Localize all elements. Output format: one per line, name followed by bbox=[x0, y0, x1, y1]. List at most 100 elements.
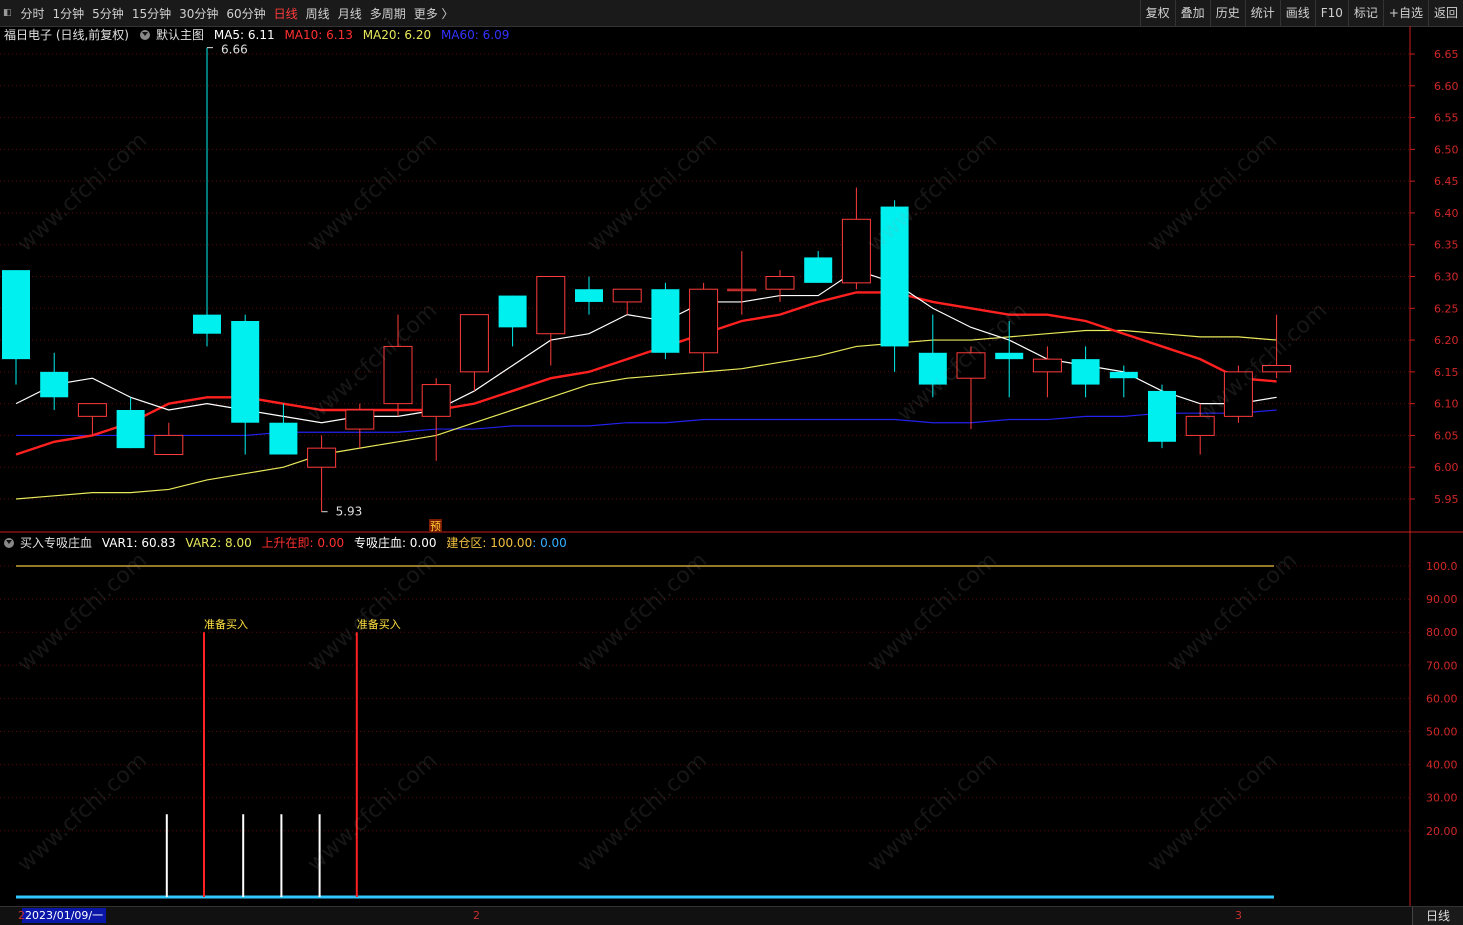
period-tab[interactable]: 60分钟 bbox=[222, 5, 269, 22]
price-tick-label: 6.00 bbox=[1434, 461, 1459, 474]
candle-body bbox=[1071, 359, 1100, 385]
candle bbox=[116, 397, 145, 449]
candle-body bbox=[345, 409, 375, 430]
candle-body bbox=[40, 371, 69, 398]
price-tick-label: 6.40 bbox=[1434, 207, 1459, 220]
price-tick-label: 6.30 bbox=[1434, 271, 1459, 284]
candle bbox=[154, 422, 184, 455]
candle bbox=[1071, 346, 1100, 398]
candle-body bbox=[269, 422, 298, 455]
indicator-tick-label: 60.00 bbox=[1426, 692, 1458, 705]
candle bbox=[40, 352, 69, 410]
candle bbox=[612, 288, 642, 315]
period-bar: ◧ 分时 1分钟 5分钟 15分钟 30分钟 60分钟 日线 周线 月线 多周期 更多 〉 bbox=[0, 0, 458, 26]
candle-body bbox=[421, 384, 451, 417]
price-tick-label: 6.10 bbox=[1434, 398, 1459, 411]
candle bbox=[727, 251, 757, 315]
candle-body bbox=[612, 288, 642, 303]
candle-body bbox=[459, 314, 489, 373]
ma5-line bbox=[15, 269, 1277, 424]
candle-body bbox=[1109, 371, 1138, 379]
candle-body bbox=[689, 288, 719, 354]
toolbar-button[interactable]: 标记 bbox=[1347, 0, 1383, 26]
toolbar-button[interactable]: 画线 bbox=[1279, 0, 1315, 26]
toolbar-button[interactable]: F10 bbox=[1314, 0, 1348, 26]
candle-body bbox=[1148, 390, 1176, 442]
period-tab[interactable]: 5分钟 bbox=[88, 5, 128, 22]
candle bbox=[575, 276, 603, 315]
price-tick-label: 5.95 bbox=[1434, 493, 1459, 506]
month-mark: 3 bbox=[1235, 909, 1242, 922]
candle-body bbox=[307, 447, 337, 468]
period-tab[interactable]: 日线 bbox=[270, 5, 302, 22]
toolbar-button[interactable]: 统计 bbox=[1244, 0, 1280, 26]
candle bbox=[689, 282, 719, 372]
period-tab[interactable]: 多周期 bbox=[366, 5, 410, 22]
high-label: 6.66 bbox=[221, 43, 248, 57]
candle-body bbox=[804, 257, 833, 283]
candle-body bbox=[765, 276, 795, 290]
period-tab[interactable]: 30分钟 bbox=[175, 5, 222, 22]
candle bbox=[421, 378, 451, 461]
period-tab[interactable]: 更多 〉 bbox=[410, 5, 458, 22]
price-tick-label: 6.05 bbox=[1434, 429, 1459, 442]
candle-body bbox=[498, 295, 527, 328]
candle bbox=[193, 47, 221, 347]
pre-marker: 预 bbox=[430, 520, 441, 533]
price-tick-label: 6.15 bbox=[1434, 366, 1459, 379]
month-mark: 2 bbox=[18, 909, 25, 922]
candle bbox=[345, 403, 375, 449]
indicator-tick-label: 90.00 bbox=[1426, 593, 1458, 606]
candle bbox=[651, 282, 680, 360]
candle bbox=[231, 314, 260, 455]
cursor-date: 2023/01/09/一 bbox=[22, 908, 107, 923]
period-tab[interactable]: 月线 bbox=[334, 5, 366, 22]
low-label: 5.93 bbox=[336, 505, 363, 519]
candle-body bbox=[841, 218, 871, 284]
price-tick-label: 6.50 bbox=[1434, 143, 1459, 156]
candle bbox=[459, 314, 489, 391]
top-toolbar: ◧ 分时 1分钟 5分钟 15分钟 30分钟 60分钟 日线 周线 月线 多周期 更多 〉 复权 叠加… bbox=[0, 0, 1463, 27]
candle-body bbox=[575, 289, 603, 302]
day-period-button[interactable]: 日线 bbox=[1412, 907, 1463, 925]
candle-body bbox=[154, 434, 184, 455]
price-tick-label: 6.25 bbox=[1434, 302, 1459, 315]
period-tab[interactable]: 分时 bbox=[17, 5, 49, 22]
price-tick-label: 6.60 bbox=[1434, 80, 1459, 93]
indicator-tick-label: 30.00 bbox=[1426, 792, 1458, 805]
candle bbox=[2, 270, 30, 385]
price-tick-label: 6.20 bbox=[1434, 334, 1459, 347]
candle bbox=[77, 403, 107, 436]
toolbar-button[interactable]: 返回 bbox=[1427, 0, 1463, 26]
toolbar-button[interactable]: 叠加 bbox=[1174, 0, 1210, 26]
window-icon[interactable]: ◧ bbox=[0, 8, 17, 18]
candle-body bbox=[116, 410, 145, 449]
candle-body bbox=[2, 270, 30, 360]
candle bbox=[804, 251, 833, 283]
indicator-tick-label: 20.00 bbox=[1426, 825, 1458, 838]
candle bbox=[536, 276, 566, 366]
candle bbox=[307, 435, 337, 512]
toolbar-button[interactable]: 复权 bbox=[1139, 0, 1175, 26]
period-tab[interactable]: 15分钟 bbox=[128, 5, 175, 22]
candle bbox=[269, 403, 298, 455]
candle-body bbox=[995, 352, 1024, 360]
indicator-tick-label: 50.00 bbox=[1426, 726, 1458, 739]
price-tick-label: 6.55 bbox=[1434, 112, 1459, 125]
period-tab[interactable]: 1分钟 bbox=[49, 5, 89, 22]
candle bbox=[498, 295, 527, 347]
candle-body bbox=[231, 321, 260, 423]
candle-body bbox=[193, 314, 221, 334]
indicator-tick-label: 80.00 bbox=[1426, 626, 1458, 639]
toolbar-button[interactable]: +自选 bbox=[1382, 0, 1428, 26]
ma20-line bbox=[15, 329, 1277, 500]
buy-label: 准备买入 bbox=[204, 617, 248, 631]
period-list: 分时 1分钟 5分钟 15分钟 30分钟 60分钟 日线 周线 月线 多周期 更多 〉 bbox=[17, 5, 458, 22]
price-tick-label: 6.45 bbox=[1434, 175, 1459, 188]
candles bbox=[2, 47, 1292, 512]
toolbar-right-buttons: 复权 叠加 历史 统计 画线 F10 标记 +自选 返回 bbox=[1139, 0, 1463, 26]
toolbar-button[interactable]: 历史 bbox=[1209, 0, 1245, 26]
candle-body bbox=[1032, 358, 1062, 373]
candle bbox=[1148, 384, 1176, 449]
period-tab[interactable]: 周线 bbox=[302, 5, 334, 22]
